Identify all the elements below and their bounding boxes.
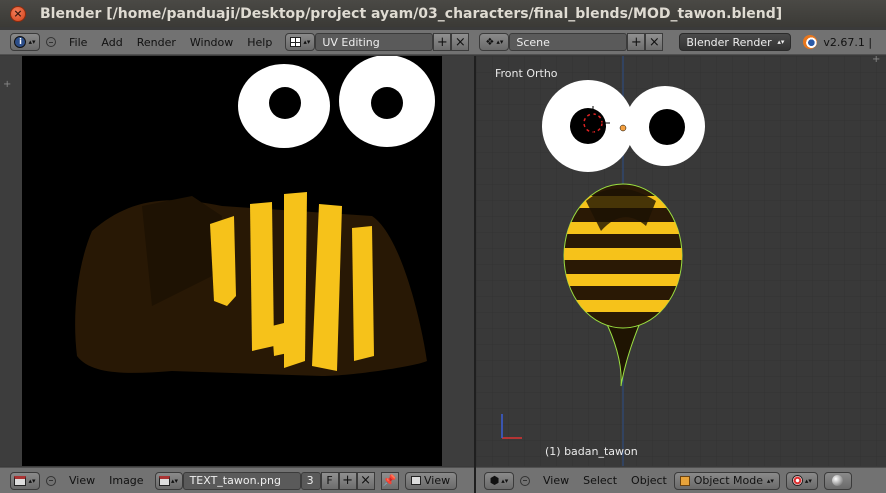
add-scene-button[interactable]: +: [627, 33, 646, 51]
interaction-mode-select[interactable]: Object Mode ▴▾: [673, 471, 780, 490]
fake-user-button[interactable]: F: [320, 471, 339, 490]
unlink-image-button[interactable]: ×: [356, 471, 375, 490]
menu-window[interactable]: Window: [190, 36, 233, 49]
layout-icon: [290, 37, 302, 47]
x-icon: ×: [648, 34, 660, 50]
area-corner-icon[interactable]: +: [872, 56, 880, 65]
viewport-scene: [476, 56, 886, 466]
dropdown-arrows-icon: ▴▾: [28, 476, 36, 485]
collapse-menus-icon[interactable]: [46, 475, 56, 486]
interaction-mode-label: Object Mode: [693, 474, 763, 487]
texture-pupil-right: [371, 87, 403, 119]
menu-help[interactable]: Help: [247, 36, 272, 49]
bee-pupil-left: [570, 108, 606, 144]
close-window-button[interactable]: ×: [10, 5, 26, 22]
plus-icon: +: [630, 34, 642, 50]
collapse-menus-icon[interactable]: [520, 475, 530, 486]
editor-type-image-button[interactable]: ▴▾: [10, 471, 40, 490]
pin-icon: 📌: [382, 474, 397, 487]
dropdown-arrows-icon: ▴▾: [766, 476, 774, 485]
object-origin: [619, 124, 627, 132]
scene-icon: ❖: [485, 36, 495, 48]
image-editor-header: ▴▾ View Image ▴▾ TEXT_tawon.png 3 F + × …: [0, 467, 474, 493]
editor-type-3d-button[interactable]: ⬢ ▴▾: [484, 471, 514, 490]
dropdown-arrows-icon: ▴▾: [777, 38, 785, 46]
info-icon: i: [14, 36, 27, 48]
image-browse-icon: [159, 475, 171, 486]
dropdown-arrows-icon: ▴▾: [171, 476, 179, 485]
mode-view-select[interactable]: View: [404, 471, 457, 490]
image-browse-button[interactable]: ▴▾: [154, 471, 183, 490]
menu-view[interactable]: View: [543, 474, 569, 487]
render-engine-label: Blender Render: [686, 35, 772, 49]
uv-image-editor[interactable]: +: [0, 55, 474, 466]
screen-layout-browse-button[interactable]: ▴▾: [285, 33, 316, 51]
menu-render[interactable]: Render: [137, 36, 176, 49]
bee-pupil-right: [649, 109, 685, 145]
menu-view[interactable]: View: [69, 474, 95, 487]
dropdown-arrows-icon: ▴▾: [28, 38, 36, 46]
image-name-field[interactable]: TEXT_tawon.png: [182, 471, 301, 490]
window-title: Blender [/home/panduaji/Desktop/project …: [40, 5, 783, 22]
render-engine-select[interactable]: Blender Render ▴▾: [679, 33, 792, 51]
pivot-icon: [791, 475, 803, 486]
dropdown-arrows-icon: ▴▾: [804, 476, 812, 485]
3d-view-header: ⬢ ▴▾ View Select Object Object Mode ▴▾ ▴…: [476, 467, 886, 493]
editor-type-info-button[interactable]: i ▴▾: [10, 33, 40, 51]
version-label: v2.67.1 |: [823, 35, 873, 49]
image-users-count[interactable]: 3: [300, 471, 321, 490]
delete-scene-button[interactable]: ×: [645, 33, 664, 51]
image-editor-icon: [14, 475, 27, 486]
view3d-cube-icon: ⬢: [489, 474, 500, 487]
add-screen-button[interactable]: +: [433, 33, 452, 51]
plus-icon: +: [436, 34, 448, 50]
dropdown-arrows-icon: ▴▾: [303, 38, 311, 46]
collapse-menus-icon[interactable]: [46, 37, 56, 47]
menu-image[interactable]: Image: [109, 474, 143, 487]
texture-image: [75, 55, 435, 376]
dropdown-arrows-icon: ▴▾: [496, 38, 504, 46]
active-object-label: (1) badan_tawon: [545, 445, 638, 458]
view-name-label: Front Ortho: [495, 67, 558, 80]
image-view-icon: [411, 476, 421, 485]
pivot-point-select[interactable]: ▴▾: [785, 471, 818, 490]
x-icon: ×: [454, 34, 466, 50]
plus-icon: +: [342, 473, 354, 488]
blender-logo-icon: [803, 35, 818, 49]
new-image-button[interactable]: +: [338, 471, 357, 490]
menu-add[interactable]: Add: [101, 36, 122, 49]
menu-file[interactable]: File: [69, 36, 87, 49]
3d-viewport[interactable]: + Front Ortho (1) badan_tawon: [476, 56, 886, 466]
area-corner-icon[interactable]: +: [3, 79, 11, 90]
sphere-shading-icon: [832, 475, 844, 486]
info-header: i ▴▾ File Add Render Window Help ▴▾ UV E…: [0, 30, 886, 55]
dropdown-arrows-icon: ▴▾: [501, 476, 509, 485]
texture-pupil-left: [269, 87, 301, 119]
texture-image-canvas[interactable]: [22, 55, 442, 466]
viewport-shading-select[interactable]: [823, 471, 852, 490]
pin-image-button[interactable]: 📌: [380, 471, 399, 490]
screen-layout-field[interactable]: UV Editing: [315, 33, 434, 51]
close-icon: ×: [13, 7, 23, 20]
delete-screen-button[interactable]: ×: [451, 33, 470, 51]
x-icon: ×: [360, 473, 372, 488]
mode-view-label: View: [424, 474, 451, 487]
scene-field[interactable]: Scene: [509, 33, 628, 51]
menu-select[interactable]: Select: [583, 474, 617, 487]
object-mode-icon: [679, 475, 690, 486]
scene-browse-button[interactable]: ❖ ▴▾: [479, 33, 510, 51]
menu-object[interactable]: Object: [631, 474, 667, 487]
window-titlebar: × Blender [/home/panduaji/Desktop/projec…: [0, 0, 886, 27]
